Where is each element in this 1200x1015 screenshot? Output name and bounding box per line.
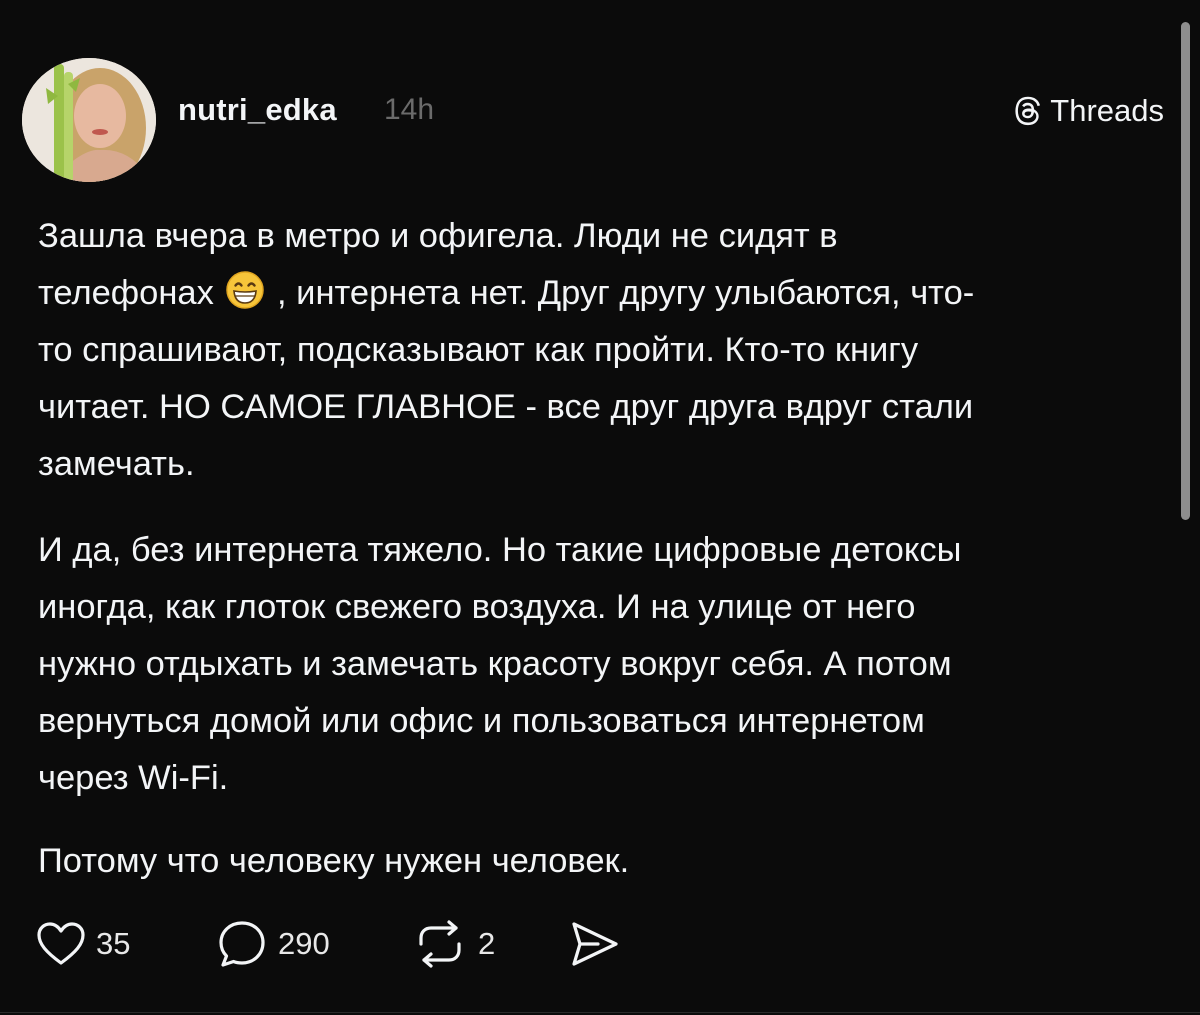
heart-icon (36, 921, 86, 967)
scrollbar[interactable] (1181, 22, 1190, 520)
avatar-photo (22, 58, 156, 182)
grinning-face-emoji-icon (225, 270, 265, 310)
threads-logo-icon (1012, 95, 1044, 127)
threads-post: nutri_edka 14h Threads Зашла вчера в мет… (0, 0, 1200, 1015)
post-paragraph-1: Зашла вчера в метро и офигела. Люди не с… (38, 208, 1168, 493)
post-paragraph-2: И да, без интернета тяжело. Но такие циф… (38, 531, 962, 797)
comment-button[interactable]: 290 (216, 914, 330, 974)
repost-button[interactable]: 2 (412, 914, 495, 974)
avatar[interactable] (22, 58, 156, 182)
threads-brand-label: Threads (1050, 93, 1164, 128)
username[interactable]: nutri_edka (178, 92, 337, 128)
comment-count: 290 (278, 926, 330, 961)
comment-bubble-icon (216, 918, 268, 970)
post-paragraph-3: Потому что человеку нужен человек. (38, 842, 630, 880)
repost-count: 2 (478, 926, 496, 961)
post-divider (0, 1012, 1200, 1013)
repost-icon (412, 918, 468, 970)
share-button[interactable] (568, 914, 622, 974)
like-count: 35 (96, 926, 131, 961)
threads-brand[interactable]: Threads (1012, 93, 1164, 129)
like-button[interactable]: 35 (36, 914, 130, 974)
post-timestamp: 14h (384, 93, 435, 126)
share-send-icon (568, 919, 622, 969)
